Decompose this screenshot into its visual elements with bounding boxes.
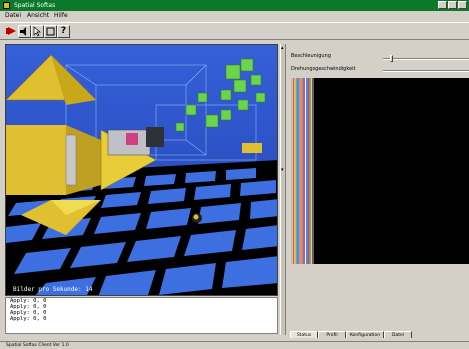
maximize-button[interactable] <box>448 1 457 9</box>
tab-konfiguration[interactable]: Konfiguration <box>346 331 384 338</box>
status-text: Spatial Softas Client Ver 1.0 <box>6 343 69 348</box>
frame-icon <box>46 27 55 36</box>
menu-hilfe[interactable]: Hilfe <box>54 12 68 20</box>
console-line: Apply: 0, 0 <box>10 316 47 322</box>
tab-status[interactable]: Status <box>290 331 318 338</box>
split-down-icon[interactable]: ▾ <box>281 168 285 173</box>
pointer-icon <box>33 26 41 37</box>
menu-ansicht[interactable]: Ansicht <box>27 12 49 20</box>
status-bar: Spatial Softas Client Ver 1.0 <box>0 341 469 349</box>
title-bar: Spatial Softas <box>0 0 469 11</box>
spectrum-bars <box>291 78 314 264</box>
menu-bar: Datei Ansicht Hilfe <box>0 11 469 21</box>
console-output[interactable]: Apply: 0, 0 Apply: 0, 0 Apply: 0, 0 Appl… <box>5 297 278 334</box>
close-button[interactable] <box>458 1 467 9</box>
window-title: Spatial Softas <box>14 2 56 9</box>
speaker-icon <box>20 27 26 36</box>
menu-datei[interactable]: Datei <box>5 12 21 20</box>
brightness-track[interactable] <box>383 58 469 60</box>
split-up-icon[interactable]: ▴ <box>281 46 285 51</box>
speed-track[interactable] <box>383 70 469 72</box>
frame-button[interactable] <box>44 25 57 38</box>
brightness-slider-thumb[interactable] <box>390 55 394 62</box>
speaker-button[interactable] <box>18 25 31 38</box>
record-icon <box>5 27 16 35</box>
speed-label: Drehungsgeschwindigkeit <box>291 66 356 72</box>
scene-render <box>6 45 277 295</box>
3d-viewport[interactable] <box>5 44 278 296</box>
toolbar: ? <box>0 22 469 40</box>
pointer-button[interactable] <box>31 25 44 38</box>
spectrum-display <box>291 78 469 264</box>
panel-tabs: Status Profil Konfiguration Datei <box>288 331 469 339</box>
fps-label: Bilder pro Sekunde: 14 <box>13 286 93 293</box>
window-controls <box>438 1 467 9</box>
help-button[interactable]: ? <box>57 25 70 38</box>
minimize-button[interactable] <box>438 1 447 9</box>
panel-splitter[interactable]: ▴ ▾ <box>280 44 286 335</box>
record-button[interactable] <box>5 25 18 38</box>
tab-profil[interactable]: Profil <box>318 331 346 338</box>
tab-datei[interactable]: Datei <box>384 331 412 338</box>
brightness-label: Beschleunigung <box>291 53 331 59</box>
app-icon <box>3 2 10 9</box>
